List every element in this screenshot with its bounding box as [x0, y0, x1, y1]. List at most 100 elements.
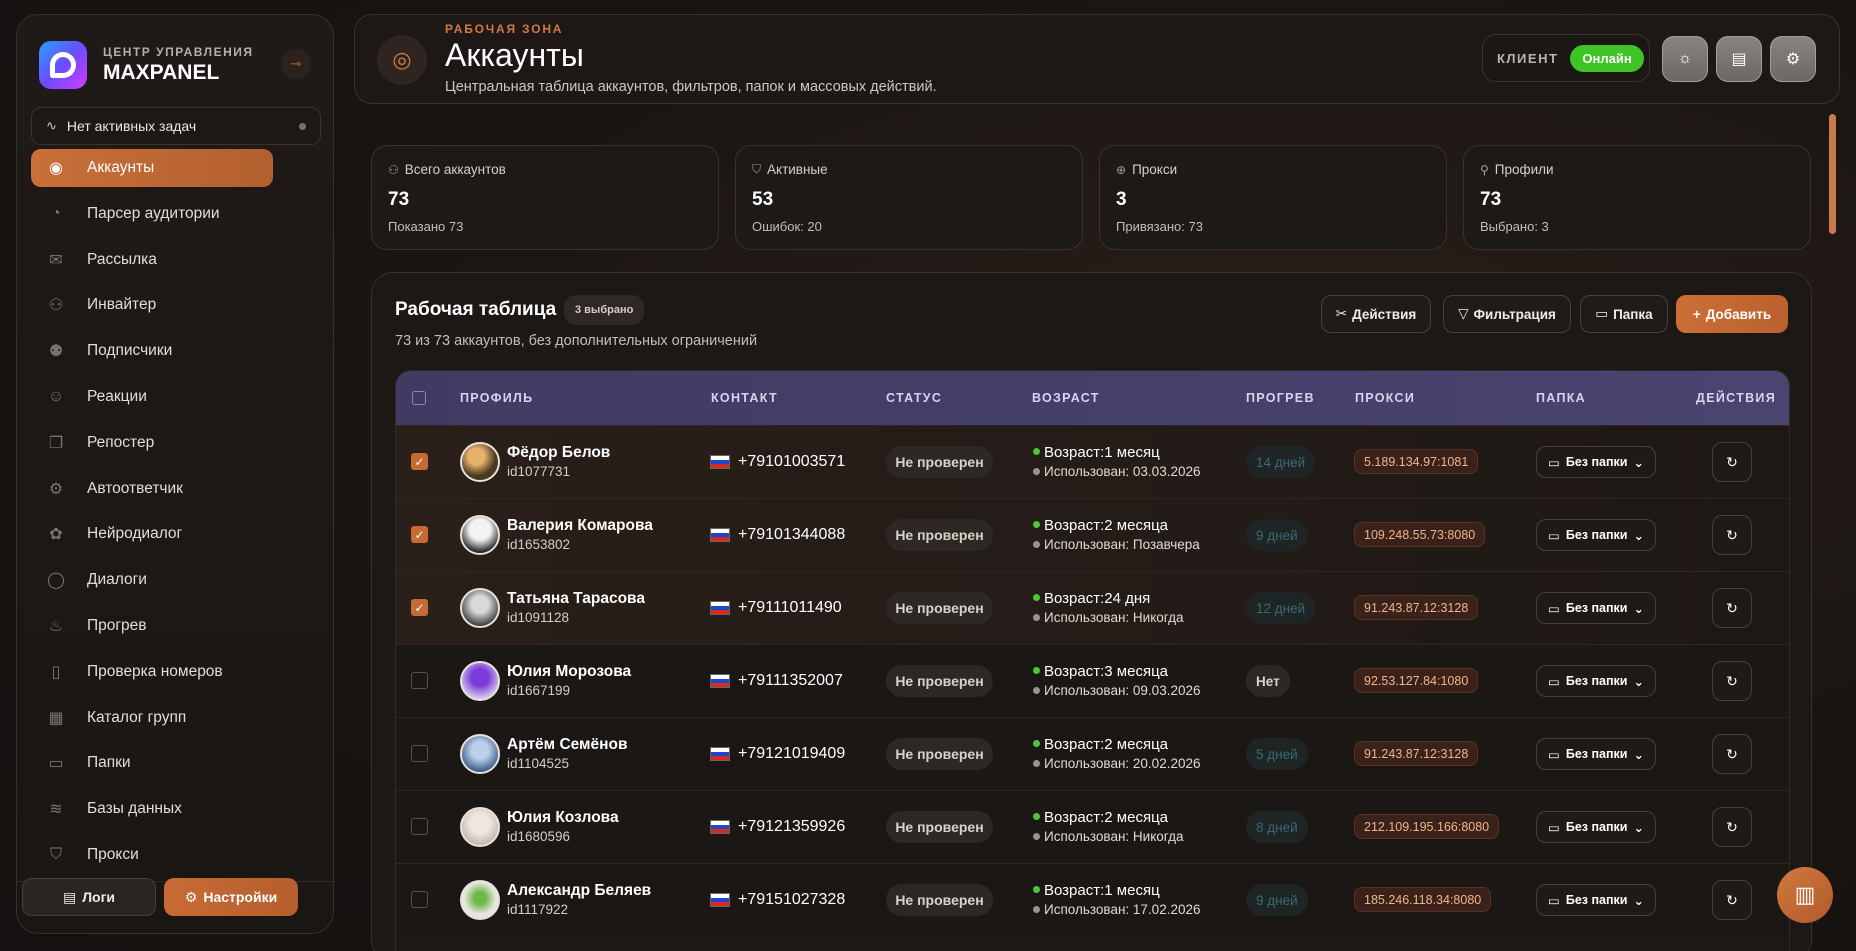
refresh-button[interactable]: ↻ — [1712, 515, 1752, 555]
row-checkbox[interactable]: ✓ — [411, 526, 428, 543]
tasks-status-dot — [299, 122, 306, 130]
sidebar-item[interactable]: ♨ Прогрев — [31, 607, 273, 645]
status-badge: Не проверен — [886, 738, 993, 770]
folder-select[interactable]: ▭ Без папки ⌄ — [1536, 446, 1656, 478]
table-row[interactable]: Юлия Морозова id1667199 +79111352007 Не про… — [396, 644, 1789, 717]
profile-name: Фёдор Белов — [507, 444, 611, 461]
scroll-thumb[interactable] — [1829, 114, 1836, 234]
col-profile[interactable]: ПРОФИЛЬ — [460, 391, 533, 405]
account-age: Возраст:2 месяца — [1033, 809, 1168, 826]
sidebar-item[interactable]: ❐ Репостер — [31, 424, 273, 462]
refresh-button[interactable]: ↻ — [1712, 588, 1752, 628]
used-dot — [1033, 833, 1040, 840]
table-row[interactable]: Александр Беляев id1117922 +79151027328 Не … — [396, 863, 1789, 936]
profile-id: id1117922 — [507, 902, 569, 917]
table-row[interactable]: ✓ Валерия Комарова id1653802 +79101344088 Не… — [396, 498, 1789, 571]
sidebar-item[interactable]: ⚇ Инвайтер — [31, 286, 273, 324]
folder-select[interactable]: ▭ Без папки ⌄ — [1536, 811, 1656, 843]
refresh-button[interactable]: ↻ — [1712, 880, 1752, 920]
folder-select[interactable]: ▭ Без папки ⌄ — [1536, 884, 1656, 916]
used-dot — [1033, 541, 1040, 548]
status-badge: Не проверен — [886, 519, 993, 551]
sidebar-item-label: Проверка номеров — [87, 662, 223, 680]
select-all-checkbox[interactable] — [412, 391, 426, 405]
sidebar-item[interactable]: ⚙ Автоответчик — [31, 470, 273, 508]
row-checkbox[interactable] — [411, 891, 428, 908]
docs-button[interactable]: ▤ — [1716, 36, 1762, 82]
row-checkbox[interactable]: ✓ — [411, 453, 428, 470]
col-folder[interactable]: ПАПКА — [1536, 391, 1586, 405]
stat-label: Профили — [1494, 162, 1554, 177]
folder-select[interactable]: ▭ Без папки ⌄ — [1536, 592, 1656, 624]
col-warmup[interactable]: ПРОГРЕВ — [1246, 391, 1315, 405]
col-age[interactable]: ВОЗРАСТ — [1032, 391, 1100, 405]
sidebar-item[interactable]: ▭ Папки — [31, 744, 273, 782]
folder-value: Без папки — [1565, 528, 1628, 542]
col-proxy[interactable]: ПРОКСИ — [1355, 391, 1415, 405]
folder-select[interactable]: ▭ Без папки ⌄ — [1536, 738, 1656, 770]
sidebar-item[interactable]: ✉ Рассылка — [31, 241, 273, 279]
page-subtitle: Центральная таблица аккаунтов, фильтров,… — [445, 79, 937, 95]
profile-id: id1104525 — [507, 756, 570, 771]
refresh-icon: ↻ — [1726, 526, 1738, 543]
row-checkbox[interactable] — [411, 672, 428, 689]
folder-select[interactable]: ▭ Без папки ⌄ — [1536, 519, 1656, 551]
table-row[interactable]: Юлия Козлова id1680596 +79121359926 Не пров… — [396, 790, 1789, 863]
col-actions[interactable]: ДЕЙСТВИЯ — [1696, 391, 1776, 405]
pin-icon[interactable]: ⊸ — [281, 49, 311, 79]
user-plus-icon: ⚇ — [48, 297, 64, 315]
sidebar-item-label: Папки — [87, 754, 131, 772]
table-row[interactable]: Артём Семёнов id1104525 +79121019409 Не про… — [396, 717, 1789, 790]
theme-toggle-button[interactable]: ☼ — [1662, 36, 1708, 82]
tasks-label: Нет активных задач — [66, 118, 197, 134]
refresh-button[interactable]: ↻ — [1712, 661, 1752, 701]
active-tasks-indicator[interactable]: ∿ Нет активных задач — [31, 107, 321, 145]
sidebar-item[interactable]: ⚉ Подписчики — [31, 332, 273, 370]
age-text: Возраст:1 месяц — [1044, 882, 1160, 899]
refresh-button[interactable]: ↻ — [1712, 442, 1752, 482]
flag-ru-icon — [710, 674, 730, 688]
refresh-button[interactable]: ↻ — [1712, 807, 1752, 847]
settings-button[interactable]: ⚙ Настройки — [164, 878, 298, 916]
profile-id: id1680596 — [507, 829, 571, 844]
table-row[interactable]: ✓ Фёдор Белов id1077731 +79101003571 Не пров… — [396, 425, 1789, 498]
add-button[interactable]: + Добавить — [1676, 295, 1788, 333]
age-dot — [1033, 448, 1040, 455]
logs-button[interactable]: ▤ Логи — [22, 878, 156, 916]
folder-icon: ▭ — [1548, 601, 1560, 616]
col-status[interactable]: СТАТУС — [886, 391, 942, 405]
header-settings-button[interactable]: ⚙ — [1770, 36, 1816, 82]
help-fab-button[interactable]: ▥ — [1777, 867, 1833, 923]
proxy-badge: 212.109.195.166:8080 — [1354, 814, 1500, 839]
page-scrollbar[interactable] — [1829, 114, 1836, 934]
folder-select[interactable]: ▭ Без папки ⌄ — [1536, 665, 1656, 697]
row-checkbox[interactable] — [411, 818, 428, 835]
sidebar-item[interactable]: ▦ Каталог групп — [31, 699, 273, 737]
filter-button[interactable]: ▽ Фильтрация — [1443, 295, 1571, 333]
refresh-icon: ↻ — [1726, 891, 1738, 908]
col-contact[interactable]: КОНТАКТ — [711, 391, 778, 405]
row-checkbox[interactable]: ✓ — [411, 599, 428, 616]
logs-label: Логи — [82, 889, 116, 905]
row-checkbox[interactable] — [411, 745, 428, 762]
panel-title: Рабочая таблица — [395, 299, 557, 320]
table-row[interactable]: ✓ Татьяна Тарасова id1091128 +79111011490 Не… — [396, 571, 1789, 644]
proxy-badge: 91.243.87.12:3128 — [1354, 741, 1479, 766]
actions-button[interactable]: ✂ Действия — [1321, 295, 1431, 333]
bot-icon: ⚙ — [48, 480, 64, 498]
sidebar-item[interactable]: ◯ Диалоги — [31, 561, 273, 599]
stat-label: Прокси — [1132, 162, 1178, 177]
sidebar-item[interactable]: ≋ Базы данных — [31, 790, 273, 828]
proxy-badge: 5.189.134.97:1081 — [1354, 449, 1479, 474]
sidebar-item[interactable]: ◔ Парсер аудитории — [31, 195, 273, 233]
sidebar-item[interactable]: ▯ Проверка номеров — [31, 653, 273, 691]
sidebar-item[interactable]: ☺ Реакции — [31, 378, 273, 416]
folder-button[interactable]: ▭ Папка — [1580, 295, 1668, 333]
chevron-down-icon: ⌄ — [1633, 601, 1644, 616]
sidebar-item[interactable]: ⛉ Прокси — [31, 836, 273, 874]
filter-label: Фильтрация — [1473, 306, 1556, 322]
sidebar-item[interactable]: ◉ Аккаунты — [31, 149, 273, 187]
gear-icon: ⚙ — [1785, 51, 1801, 68]
refresh-button[interactable]: ↻ — [1712, 734, 1752, 774]
sidebar-item[interactable]: ✿ Нейродиалог — [31, 515, 273, 553]
